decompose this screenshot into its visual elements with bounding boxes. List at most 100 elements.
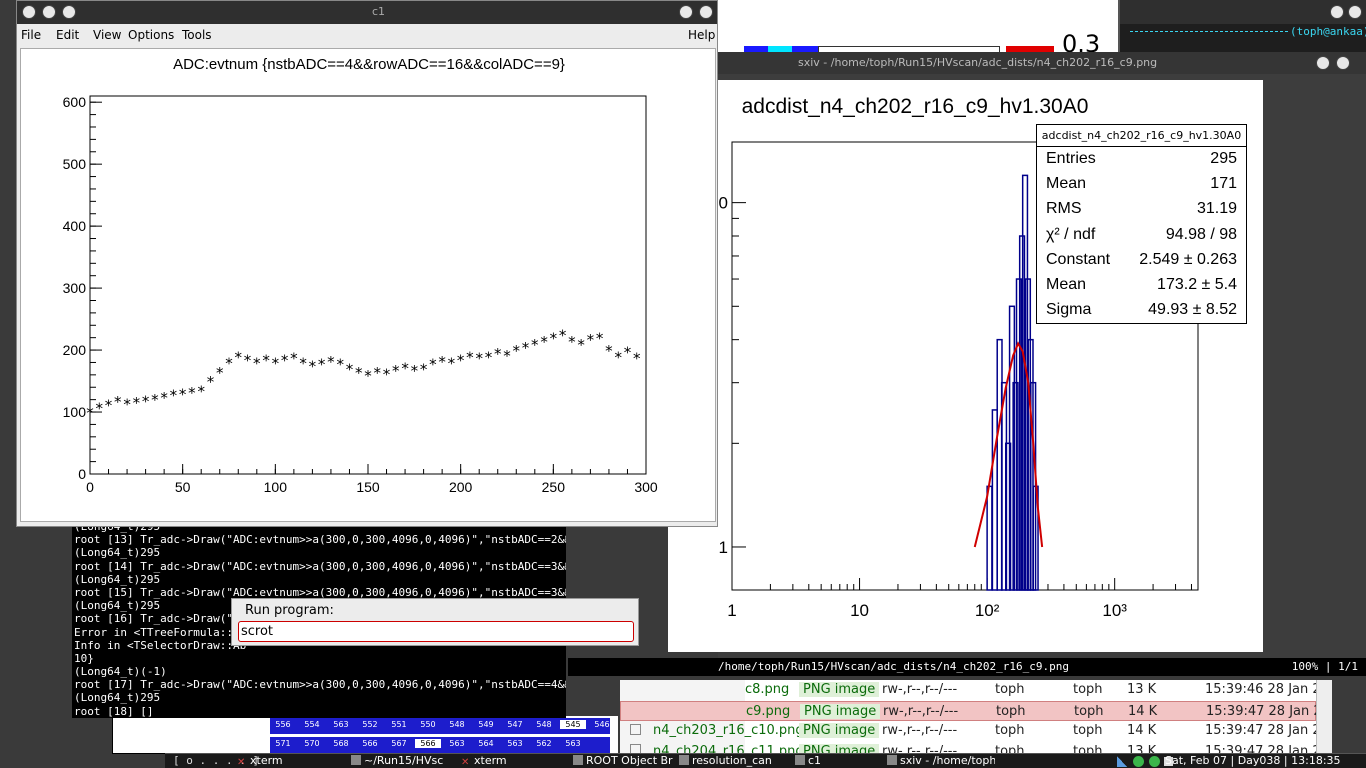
data-point: *: [179, 385, 187, 403]
data-point: *: [624, 343, 632, 361]
grid-cell: 562: [536, 739, 552, 748]
histogram-title: adcdist_n4_ch202_r16_c9_hv1.30A0: [742, 95, 1089, 118]
window-max-button[interactable]: [62, 5, 76, 19]
window-close-button[interactable]: [1330, 5, 1344, 19]
file-row[interactable]: n4_ch203_r16_c10.png PNG image rw-,r--,r--…: [620, 721, 1332, 741]
stats-box: adcdist_n4_ch202_r16_c9_hv1.30A0 Entries…: [1036, 124, 1247, 324]
file-row[interactable]: c9.png PNG image rw-,r--,r--/--- toph toph 14…: [620, 700, 1332, 721]
data-point: *: [633, 350, 641, 368]
menu-view[interactable]: View: [93, 28, 121, 42]
menu-tools[interactable]: Tools: [182, 28, 212, 42]
stats-label: Sigma: [1046, 301, 1092, 319]
stats-label: Mean: [1046, 175, 1087, 193]
data-point: *: [587, 331, 595, 349]
data-point: *: [216, 364, 224, 382]
grid-cell: 563: [449, 739, 465, 748]
terminal-line: root [14] Tr_adc->Draw("ADC:evtnum>>a(30…: [74, 559, 566, 573]
terminal-line: root [18] []: [74, 704, 154, 718]
grid-cell: 563: [565, 739, 581, 748]
x-tick-label: 10³: [1102, 601, 1127, 620]
taskbar: [ o . . . . ] ✕ xterm ~/Run15/HVsc ✕ xterm RO…: [165, 753, 1366, 768]
menu-edit[interactable]: Edit: [56, 28, 79, 42]
run-program-input[interactable]: [238, 621, 634, 642]
window-max-button[interactable]: [1336, 56, 1350, 70]
stats-value: 295: [1210, 150, 1237, 167]
file-size: 14 K: [1127, 723, 1157, 738]
window-max-button[interactable]: [1348, 5, 1362, 19]
stats-row: Mean 171: [1037, 172, 1246, 197]
taskbar-item[interactable]: resolution_can: [679, 754, 787, 768]
stats-value: 94.98 / 98: [1165, 225, 1237, 243]
y-tick-label: 500: [63, 156, 87, 172]
data-point: *: [318, 356, 326, 374]
data-point: *: [207, 373, 215, 391]
image-icon: [887, 755, 897, 765]
window-close-button[interactable]: [679, 5, 693, 19]
file-owner: toph: [995, 723, 1025, 738]
x-icon: ✕: [237, 757, 246, 768]
battery-icon: [1149, 756, 1160, 767]
data-point: *: [105, 397, 113, 415]
window-max-button[interactable]: [699, 5, 713, 19]
window-min-button[interactable]: [42, 5, 56, 19]
menu-options[interactable]: Options: [128, 28, 174, 42]
canvas-pad[interactable]: ADC:evtnum {nstbADC==4&&rowADC==16&&colA…: [20, 48, 716, 522]
taskbar-item[interactable]: sxiv - /home/toph: [887, 754, 995, 768]
grid-cell: 550: [420, 720, 436, 729]
grid-cell: 552: [362, 720, 378, 729]
data-point: *: [281, 351, 289, 369]
signal-icon: [1117, 756, 1127, 767]
check-icon: [1133, 756, 1144, 767]
terminal-line: (Long64_t)295: [74, 572, 161, 586]
grid-cell: 545: [560, 720, 586, 729]
data-point: *: [475, 350, 483, 368]
y-tick-label: 0: [78, 466, 86, 482]
taskbar-item[interactable]: ROOT Object Br: [573, 754, 681, 768]
hist-bin: [986, 485, 993, 591]
x-tick-label: 300: [634, 479, 658, 495]
stats-row: Constant 2.549 ± 0.263: [1037, 248, 1246, 273]
sxiv-window: sxiv - /home/toph/Run15/HVscan/adc_dists…: [568, 52, 1366, 676]
x-tick-label: 100: [264, 479, 288, 495]
data-point: *: [392, 362, 400, 380]
image-icon: [679, 755, 689, 765]
sxiv-image: adcdist_n4_ch202_r16_c9_hv1.30A0 1 10 10² 1…: [668, 80, 1263, 652]
data-point: *: [438, 353, 446, 371]
grid-cell: 568: [333, 739, 349, 748]
terminal-line: (Long64_t)295: [74, 546, 161, 560]
plot-frame: [89, 95, 647, 475]
data-point: *: [374, 364, 382, 382]
file-manager: c8.png PNG image rw-,r--,r--/--- toph toph 13…: [620, 680, 1332, 754]
taskbar-item[interactable]: ✕ xterm: [237, 754, 345, 768]
taskbar-label: xterm: [250, 754, 283, 767]
menu-file[interactable]: File: [21, 28, 41, 42]
window-close-button[interactable]: [1316, 56, 1330, 70]
top-right-terminal: (toph@ankaa): [1118, 0, 1366, 52]
file-date: 15:39:47 28 Jan 2015: [1206, 703, 1332, 719]
root-canvas-window: c1 File Edit View Options Tools Help ADC…: [16, 0, 718, 527]
y-tick-label: 400: [63, 218, 87, 234]
data-point: *: [244, 351, 252, 369]
file-type: PNG image: [799, 682, 880, 697]
stats-value: 49.93 ± 8.52: [1148, 301, 1237, 319]
file-type: PNG image: [800, 703, 881, 719]
terminal-line: 10}: [74, 651, 94, 665]
data-point: *: [466, 348, 474, 366]
status-zoom: 100% | 1/1: [1291, 660, 1358, 673]
file-group: toph: [1073, 723, 1103, 738]
data-point: *: [513, 342, 521, 360]
data-point: *: [170, 387, 178, 405]
taskbar-item[interactable]: ~/Run15/HVsc: [351, 754, 459, 768]
menu-help[interactable]: Help: [688, 28, 715, 42]
run-label: Run program:: [245, 603, 334, 618]
file-row[interactable]: c8.png PNG image rw-,r--,r--/--- toph toph 13…: [620, 680, 1332, 700]
file-scrollbar[interactable]: [1316, 680, 1332, 754]
stats-value: 171: [1210, 175, 1237, 193]
window-close-button[interactable]: [22, 5, 36, 19]
y-tick-label: 1: [719, 538, 728, 557]
taskbar-item[interactable]: ✕ xterm: [461, 754, 569, 768]
file-owner: toph: [995, 682, 1025, 697]
status-path: /home/toph/Run15/HVscan/adc_dists/n4_ch2…: [718, 660, 1069, 673]
data-point: *: [568, 333, 576, 351]
file-perm: rw-,r--,r--/---: [882, 723, 958, 738]
